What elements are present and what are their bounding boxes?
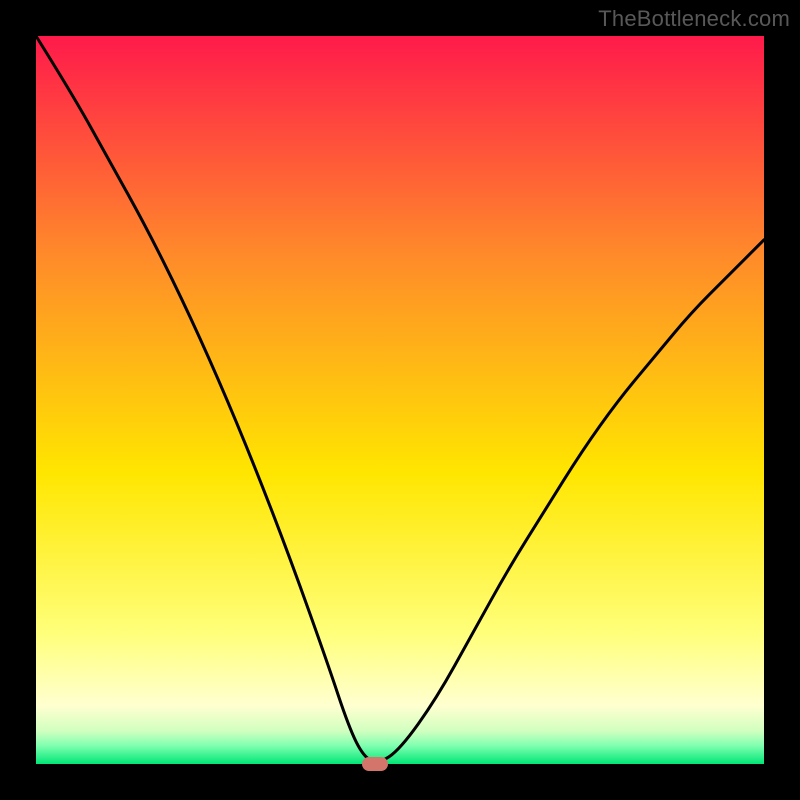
plot-area — [36, 36, 764, 764]
chart-frame: TheBottleneck.com — [0, 0, 800, 800]
watermark-text: TheBottleneck.com — [598, 6, 790, 32]
optimal-marker — [362, 757, 388, 771]
bottleneck-curve — [36, 36, 764, 764]
